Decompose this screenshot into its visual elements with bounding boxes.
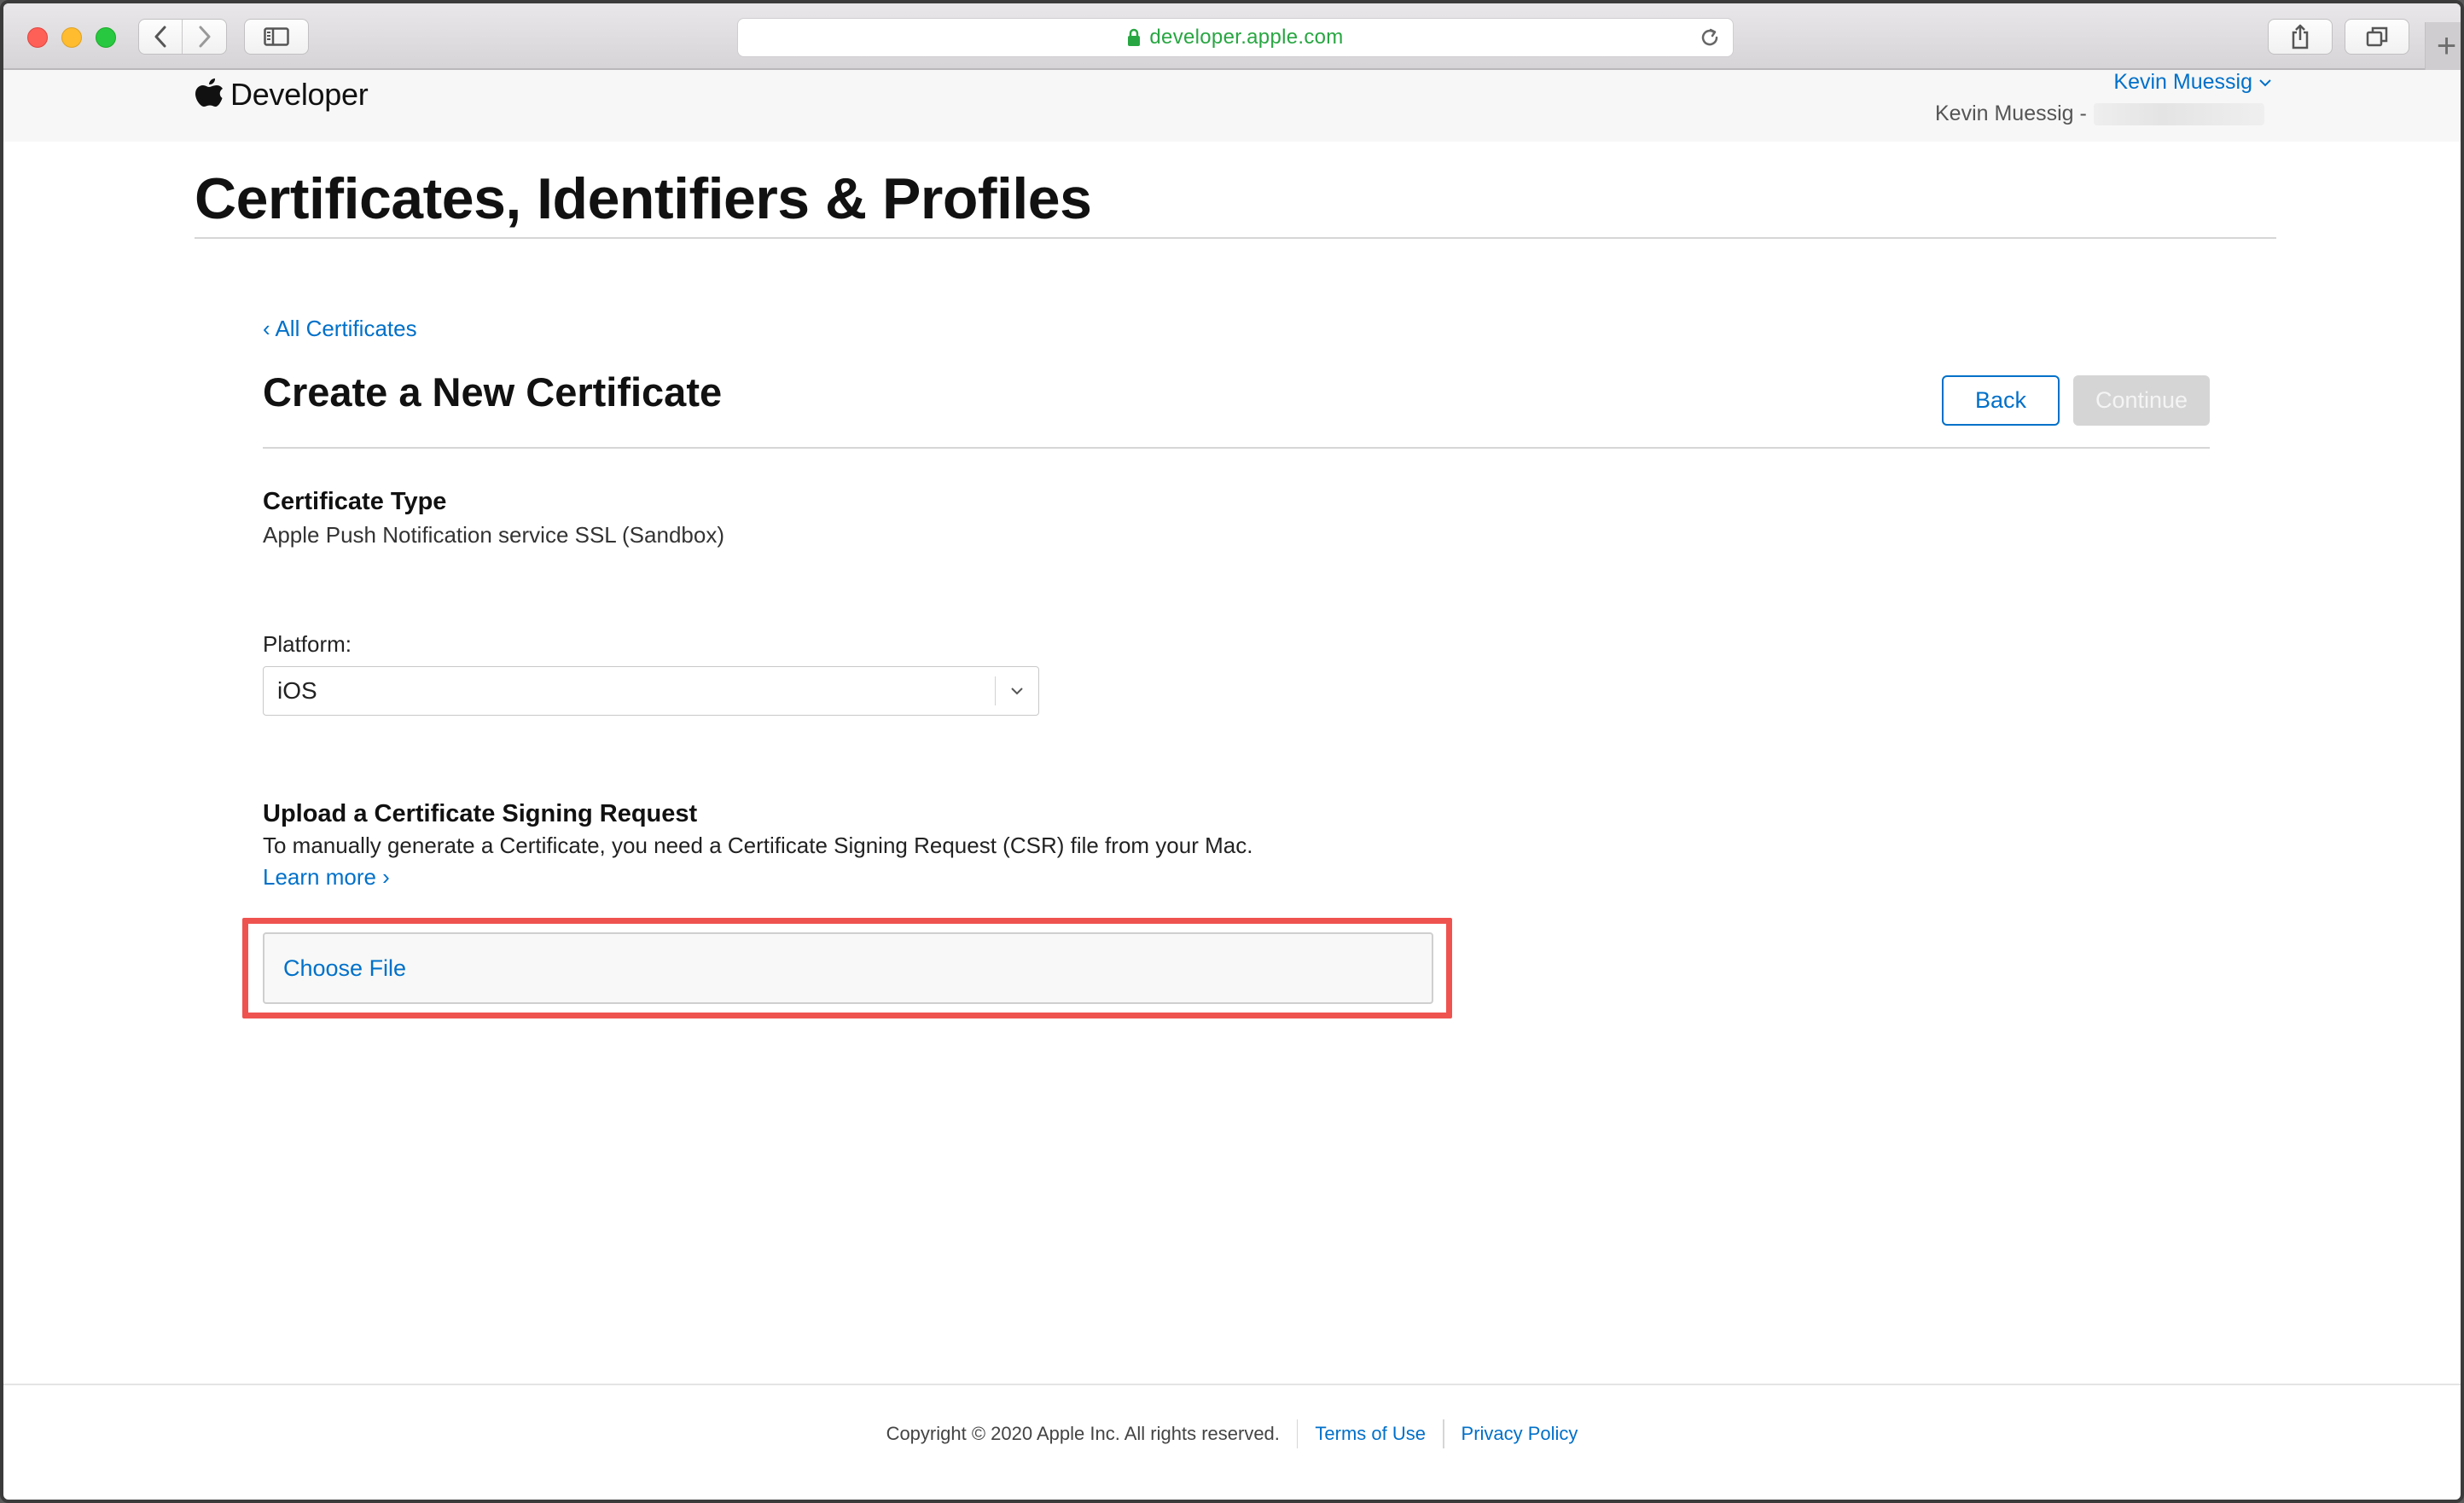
chevron-down-icon	[2259, 78, 2271, 86]
chevron-down-icon	[996, 686, 1038, 696]
form-divider	[263, 447, 2210, 449]
sidebar-icon	[264, 27, 289, 46]
zoom-window-button[interactable]	[96, 27, 116, 48]
forward-navigation-button[interactable]	[183, 20, 226, 54]
certificate-type-value: Apple Push Notification service SSL (San…	[263, 522, 724, 548]
back-navigation-button[interactable]	[139, 20, 183, 54]
browser-toolbar: developer.apple.com +	[3, 3, 2461, 70]
choose-file-field[interactable]: Choose File	[263, 932, 1433, 1004]
platform-label: Platform:	[263, 631, 352, 657]
close-window-button[interactable]	[27, 27, 48, 48]
share-button[interactable]	[2268, 19, 2333, 55]
footer-divider	[3, 1384, 2461, 1385]
sidebar-toggle-button[interactable]	[244, 19, 309, 55]
form-title: Create a New Certificate	[263, 369, 723, 415]
choose-file-button[interactable]: Choose File	[283, 955, 406, 982]
developer-brand-text: Developer	[230, 77, 369, 112]
copyright-text: Copyright © 2020 Apple Inc. All rights r…	[886, 1423, 1280, 1444]
footer-separator	[1296, 1419, 1299, 1448]
platform-selected-value: iOS	[277, 677, 317, 704]
plus-icon: +	[2436, 27, 2457, 65]
minimize-window-button[interactable]	[61, 27, 82, 48]
lock-icon	[1128, 28, 1141, 46]
tab-overview-button[interactable]	[2345, 19, 2409, 55]
footer-separator	[1443, 1419, 1444, 1448]
certificate-type-label: Certificate Type	[263, 488, 447, 515]
navigation-buttons	[138, 19, 227, 55]
privacy-policy-link[interactable]: Privacy Policy	[1462, 1423, 1578, 1445]
tabs-overview-icon	[2366, 26, 2388, 47]
address-bar[interactable]: developer.apple.com	[737, 18, 1734, 57]
account-name: Kevin Muessig	[2113, 70, 2252, 94]
browser-window: developer.apple.com + Developer Kevin Mu…	[0, 0, 2464, 1503]
csr-description: To manually generate a Certificate, you …	[263, 833, 1253, 858]
chevron-right-icon	[199, 26, 210, 48]
platform-select[interactable]: iOS	[263, 666, 1039, 716]
redacted-team-id	[2093, 102, 2264, 125]
page-title: Certificates, Identifiers & Profiles	[195, 166, 1092, 231]
team-label: Kevin Muessig -	[1935, 102, 2264, 126]
chevron-left-icon	[154, 26, 166, 48]
site-header: Developer Kevin Muessig Kevin Muessig -	[3, 70, 2461, 142]
title-divider	[195, 237, 2276, 239]
csr-title: Upload a Certificate Signing Request	[263, 800, 698, 827]
developer-brand[interactable]: Developer	[195, 73, 369, 116]
back-button[interactable]: Back	[1942, 375, 2060, 426]
url-text: developer.apple.com	[1149, 26, 1344, 49]
reload-icon[interactable]	[1699, 26, 1721, 49]
team-name: Kevin Muessig -	[1935, 102, 2087, 125]
terms-of-use-link[interactable]: Terms of Use	[1315, 1423, 1426, 1445]
continue-button[interactable]: Continue	[2073, 375, 2210, 426]
new-tab-button[interactable]: +	[2425, 22, 2461, 70]
all-certificates-link[interactable]: ‹ All Certificates	[263, 316, 417, 342]
learn-more-link[interactable]: Learn more ›	[263, 864, 390, 891]
footer: Copyright © 2020 Apple Inc. All rights r…	[3, 1419, 2461, 1448]
apple-logo-icon	[195, 78, 223, 107]
share-icon	[2292, 24, 2309, 49]
account-menu[interactable]: Kevin Muessig	[2113, 70, 2273, 95]
